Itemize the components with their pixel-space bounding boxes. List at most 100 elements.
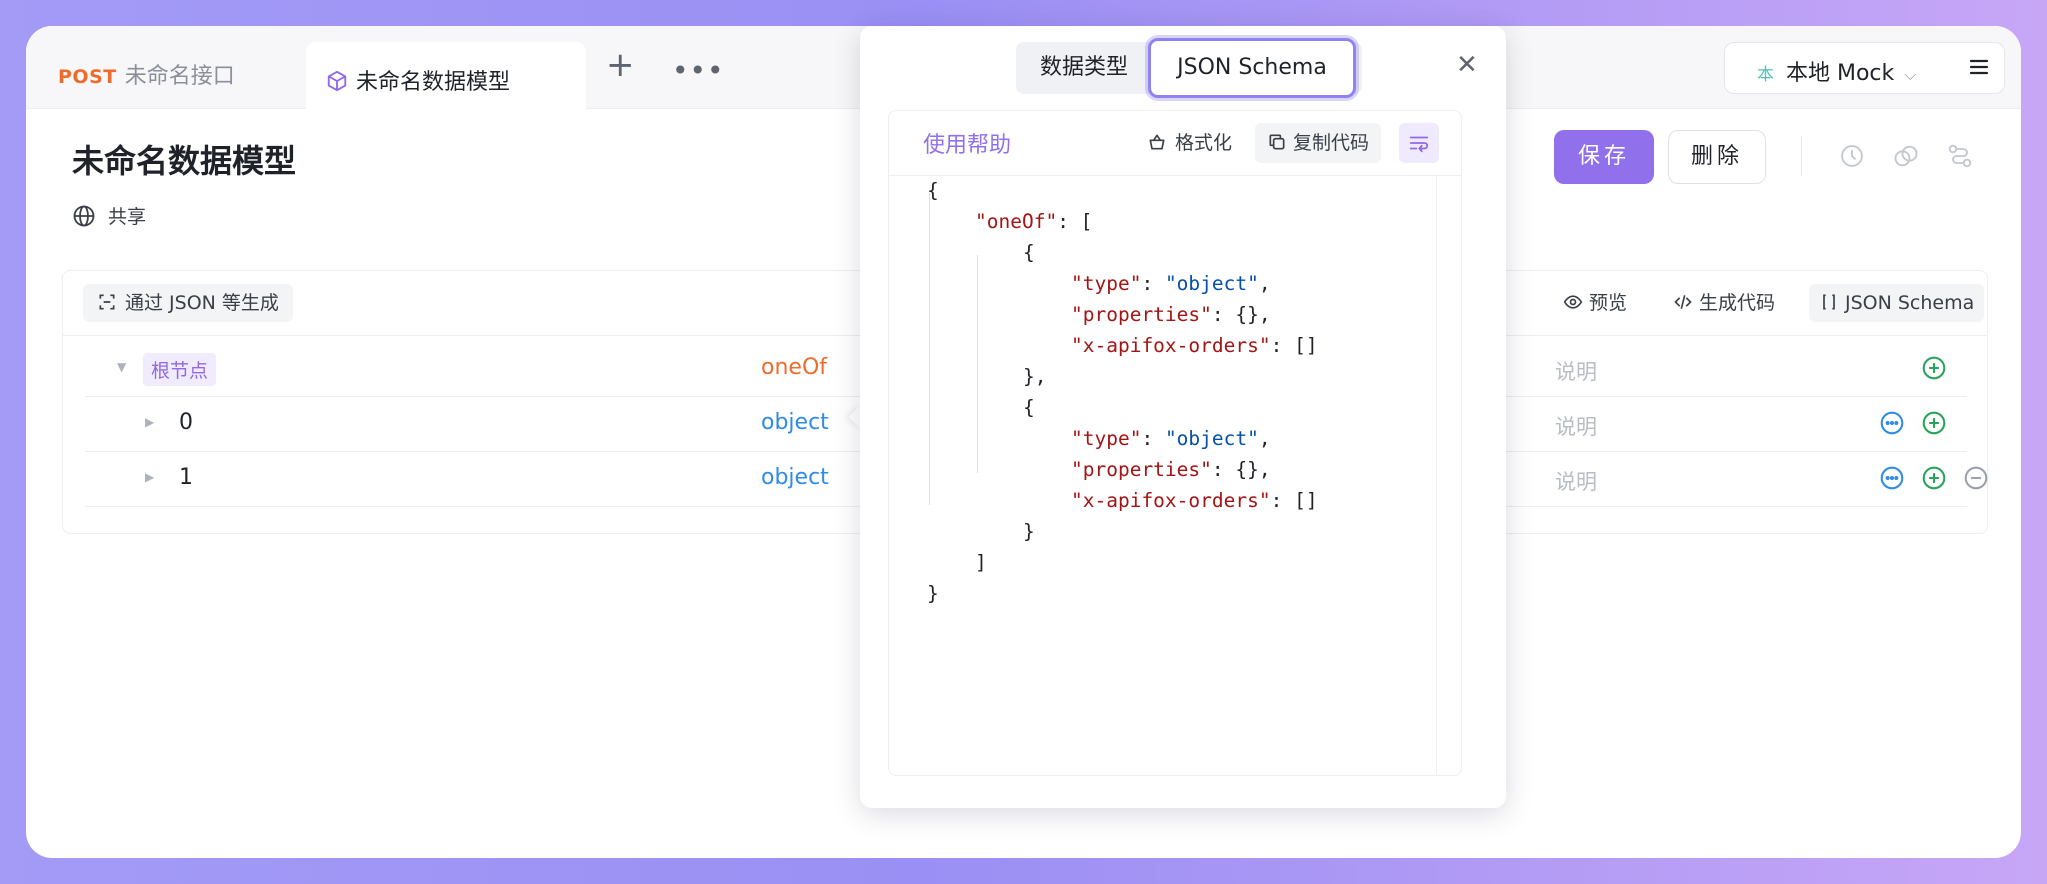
add-sibling-button[interactable] <box>1921 410 1947 440</box>
code-line: } <box>1023 516 1035 547</box>
row-more-button[interactable] <box>1879 465 1905 495</box>
field-type[interactable]: oneOf <box>761 355 827 380</box>
code-line: "type": "object", <box>1071 423 1271 454</box>
history-button[interactable] <box>1838 142 1866 174</box>
page-title: 未命名数据模型 <box>72 136 296 182</box>
scan-icon <box>97 292 117 312</box>
main-menu-button[interactable] <box>1953 42 2005 94</box>
plus-circle-icon <box>1921 355 1947 381</box>
tab-data-types[interactable]: 数据类型 <box>1016 42 1152 94</box>
field-name[interactable]: 0 <box>179 410 193 435</box>
view-mode-switch: 数据类型 JSON Schema <box>1016 42 1362 94</box>
json-schema-popover: 数据类型 JSON Schema ✕ 使用帮助 格式化 复制代码 { "oneO… <box>860 26 1506 808</box>
delete-button[interactable]: 删除 <box>1668 130 1766 184</box>
code-editor-toolbar: 使用帮助 格式化 复制代码 <box>889 111 1461 176</box>
field-name[interactable]: 1 <box>179 465 193 490</box>
references-button[interactable] <box>1946 142 1974 174</box>
tab-label: 未命名数据模型 <box>356 70 510 95</box>
braces-icon <box>1819 292 1839 312</box>
history-icon <box>1838 142 1866 170</box>
minus-circle-icon <box>1963 465 1989 491</box>
mock-environment-label: 本地 Mock <box>1786 61 1894 86</box>
add-child-button[interactable] <box>1921 355 1947 385</box>
share-label: 共享 <box>108 206 146 228</box>
tab-label: 未命名接口 <box>125 64 235 89</box>
code-token: "x-apifox-orders": [] <box>1071 489 1318 512</box>
more-circle-icon <box>1879 410 1905 436</box>
code-line: { <box>1023 237 1035 268</box>
tab-json-schema[interactable]: JSON Schema <box>1148 38 1356 98</box>
remove-row-button[interactable] <box>1963 465 1989 495</box>
code-token: } <box>927 582 939 605</box>
json-schema-button[interactable]: JSON Schema <box>1809 284 1984 322</box>
code-token: { <box>1023 241 1035 264</box>
code-line: ] <box>975 547 987 578</box>
code-line: "properties": {}, <box>1071 454 1271 485</box>
generate-code-label: 生成代码 <box>1699 292 1775 314</box>
code-token: "properties": {}, <box>1071 303 1271 326</box>
word-wrap-toggle[interactable] <box>1399 123 1439 163</box>
field-type[interactable]: object <box>761 465 829 490</box>
clone-button[interactable] <box>1892 142 1920 174</box>
json-schema-label: JSON Schema <box>1845 292 1974 314</box>
code-token: "type": "object", <box>1071 427 1271 450</box>
globe-icon <box>72 204 96 228</box>
field-description[interactable]: 说明 <box>1555 356 1597 386</box>
code-scrollbar[interactable] <box>1436 175 1437 775</box>
code-token: { <box>1023 396 1035 419</box>
generate-code-button[interactable]: 生成代码 <box>1663 284 1785 322</box>
copy-code-button[interactable]: 复制代码 <box>1255 123 1381 163</box>
chevron-down-icon: ⌵ <box>1904 65 1916 84</box>
share-status[interactable]: 共享 <box>72 202 146 229</box>
caret-right-icon[interactable]: ▶ <box>145 470 154 484</box>
format-icon <box>1147 132 1167 152</box>
json-code-editor[interactable]: 使用帮助 格式化 复制代码 { "oneOf": [ { "type": "ob… <box>888 110 1462 776</box>
preview-button[interactable]: 预览 <box>1553 284 1637 322</box>
format-label: 格式化 <box>1175 132 1232 154</box>
field-description[interactable]: 说明 <box>1555 411 1597 441</box>
json-code: { "oneOf": [ { "type": "object", "proper… <box>889 175 1429 775</box>
save-button[interactable]: 保存 <box>1554 130 1654 184</box>
help-link[interactable]: 使用帮助 <box>923 127 1011 159</box>
close-icon[interactable]: ✕ <box>1456 50 1478 80</box>
code-line: "x-apifox-orders": [] <box>1071 485 1318 516</box>
flow-icon <box>1946 142 1974 170</box>
code-line: "properties": {}, <box>1071 299 1271 330</box>
code-token: "x-apifox-orders": [] <box>1071 334 1318 357</box>
add-tab-button[interactable]: + <box>606 48 635 82</box>
add-sibling-button[interactable] <box>1921 465 1947 495</box>
preview-label: 预览 <box>1589 292 1627 314</box>
code-token: }, <box>1023 365 1046 388</box>
code-line: "x-apifox-orders": [] <box>1071 330 1318 361</box>
field-description[interactable]: 说明 <box>1555 466 1597 496</box>
generate-from-json-button[interactable]: 通过 JSON 等生成 <box>83 284 293 322</box>
plus-circle-icon <box>1921 465 1947 491</box>
code-line: "oneOf": [ <box>975 206 1092 237</box>
code-line: }, <box>1023 361 1046 392</box>
wrap-lines-icon <box>1408 133 1430 153</box>
format-button[interactable]: 格式化 <box>1137 123 1242 163</box>
more-tabs-button[interactable]: ••• <box>672 54 725 87</box>
mock-environment-select[interactable]: 本本地 Mock ⌵ <box>1724 42 1954 94</box>
field-type[interactable]: object <box>761 410 829 435</box>
tab-untitled-data-model[interactable]: 未命名数据模型 <box>306 42 586 109</box>
generate-label: 通过 JSON 等生成 <box>125 292 279 314</box>
code-token: { <box>927 179 939 202</box>
method-badge: POST <box>58 66 117 88</box>
clone-icon <box>1892 142 1920 170</box>
caret-down-icon[interactable]: ▼ <box>117 360 126 374</box>
row-more-button[interactable] <box>1879 410 1905 440</box>
plus-circle-icon <box>1921 410 1947 436</box>
more-circle-icon <box>1879 465 1905 491</box>
code-token: ] <box>975 551 987 574</box>
tab-untitled-endpoint[interactable]: POST 未命名接口 <box>58 58 235 90</box>
code-token: "oneOf": [ <box>975 210 1092 233</box>
local-mock-badge: 本 <box>1757 65 1774 85</box>
cube-icon <box>326 70 348 92</box>
indent-guide <box>977 255 978 473</box>
caret-right-icon[interactable]: ▶ <box>145 415 154 429</box>
hamburger-icon <box>1967 55 1991 79</box>
root-node-tag: 根节点 <box>143 353 216 386</box>
copy-icon <box>1267 132 1287 152</box>
header-divider <box>1801 136 1802 176</box>
